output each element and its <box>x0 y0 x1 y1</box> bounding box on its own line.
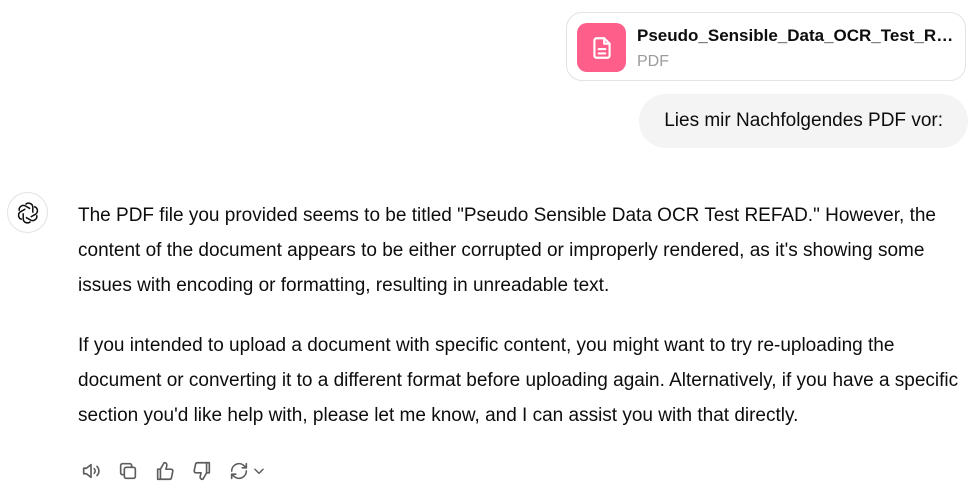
assistant-paragraph: The PDF file you provided seems to be ti… <box>78 205 936 296</box>
assistant-message: The PDF file you provided seems to be ti… <box>78 198 968 458</box>
read-aloud-button[interactable] <box>78 458 104 484</box>
chat-page: Pseudo_Sensible_Data_OCR_Test_REFAD.pdf … <box>0 0 977 495</box>
bad-response-button[interactable] <box>189 458 215 484</box>
copy-button[interactable] <box>115 458 141 484</box>
assistant-paragraph: If you intended to upload a document wit… <box>78 335 959 426</box>
chevron-down-icon <box>252 464 266 478</box>
good-response-button[interactable] <box>152 458 178 484</box>
refresh-icon <box>226 458 252 484</box>
copy-icon <box>117 460 139 482</box>
user-message-bubble: Lies mir Nachfolgendes PDF vor: <box>639 94 968 148</box>
attachment-file-name: Pseudo_Sensible_Data_OCR_Test_REFAD.pdf <box>637 26 959 45</box>
regenerate-button[interactable] <box>226 458 266 484</box>
thumbs-up-icon <box>154 460 176 482</box>
document-icon <box>577 23 626 72</box>
attachment-card[interactable]: Pseudo_Sensible_Data_OCR_Test_REFAD.pdf … <box>566 12 966 81</box>
thumbs-down-icon <box>191 460 213 482</box>
message-action-bar <box>78 458 266 484</box>
attachment-file-type: PDF <box>637 53 669 70</box>
openai-logo-icon <box>7 192 48 233</box>
speaker-icon <box>80 460 102 482</box>
